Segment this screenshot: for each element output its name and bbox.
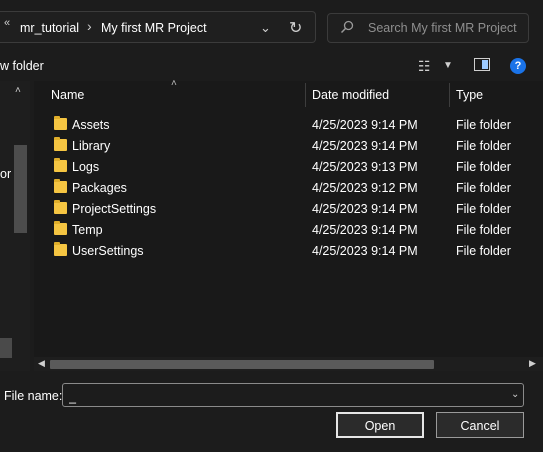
file-type: File folder: [456, 181, 511, 195]
breadcrumb-separator-icon[interactable]: ›: [87, 18, 92, 34]
search-icon: [340, 20, 354, 34]
file-name: ProjectSettings: [72, 202, 157, 216]
list-item[interactable]: Packages 4/25/2023 9:12 PM File folder: [34, 178, 543, 199]
list-item[interactable]: Logs 4/25/2023 9:13 PM File folder: [34, 157, 543, 178]
view-options-icon[interactable]: ☷: [418, 58, 431, 75]
file-date: 4/25/2023 9:14 PM: [312, 244, 418, 258]
file-name-label: File name:: [4, 389, 63, 403]
view-options-dropdown-icon[interactable]: ▼: [443, 60, 453, 71]
file-name: UserSettings: [72, 244, 144, 258]
file-name: Assets: [72, 118, 110, 132]
list-item[interactable]: UserSettings 4/25/2023 9:14 PM File fold…: [34, 241, 543, 262]
column-divider[interactable]: [305, 83, 306, 107]
nav-scrollbar-thumb[interactable]: [14, 145, 27, 233]
address-history-dropdown-icon[interactable]: ⌄: [260, 20, 271, 36]
refresh-icon[interactable]: ↻: [289, 18, 302, 38]
folder-icon: [54, 116, 67, 130]
folder-icon: [54, 179, 67, 193]
folder-icon: [54, 242, 67, 256]
column-header-type[interactable]: Type: [456, 88, 483, 102]
open-button[interactable]: Open: [336, 412, 424, 438]
file-type: File folder: [456, 244, 511, 258]
file-name-dropdown-icon[interactable]: ⌄: [511, 389, 519, 400]
nav-item-selected[interactable]: [0, 338, 12, 358]
folder-icon: [54, 158, 67, 172]
breadcrumb-overflow-icon[interactable]: «: [4, 17, 10, 29]
file-name: Logs: [72, 160, 100, 174]
search-placeholder[interactable]: Search My first MR Project: [368, 21, 517, 35]
scroll-left-icon[interactable]: ◀: [38, 358, 45, 369]
list-item[interactable]: Library 4/25/2023 9:14 PM File folder: [34, 136, 543, 157]
horizontal-scrollbar-thumb[interactable]: [50, 360, 434, 369]
folder-icon: [54, 137, 67, 151]
file-date: 4/25/2023 9:14 PM: [312, 202, 418, 216]
file-name: Packages: [72, 181, 127, 195]
file-type: File folder: [456, 139, 511, 153]
column-divider[interactable]: [449, 83, 450, 107]
list-item[interactable]: Temp 4/25/2023 9:14 PM File folder: [34, 220, 543, 241]
breadcrumb-item-current[interactable]: My first MR Project: [101, 21, 207, 35]
nav-item-partial[interactable]: or: [0, 167, 11, 181]
file-name: Library: [72, 139, 111, 153]
help-icon[interactable]: ?: [510, 58, 526, 74]
file-date: 4/25/2023 9:14 PM: [312, 118, 418, 132]
folder-icon: [54, 221, 67, 235]
file-type: File folder: [456, 202, 511, 216]
scroll-right-icon[interactable]: ▶: [529, 358, 536, 369]
nav-scroll-up-icon[interactable]: ˄: [15, 85, 21, 96]
breadcrumb-item-mr-tutorial[interactable]: mr_tutorial: [20, 21, 79, 35]
sort-ascending-icon: ˄: [171, 78, 177, 89]
list-item[interactable]: ProjectSettings 4/25/2023 9:14 PM File f…: [34, 199, 543, 220]
file-date: 4/25/2023 9:14 PM: [312, 139, 418, 153]
column-header-name[interactable]: Name: [51, 88, 84, 102]
file-type: File folder: [456, 118, 511, 132]
file-date: 4/25/2023 9:14 PM: [312, 223, 418, 237]
preview-pane-icon[interactable]: [474, 58, 490, 71]
file-name: Temp: [72, 223, 103, 237]
file-date: 4/25/2023 9:13 PM: [312, 160, 418, 174]
list-item[interactable]: Assets 4/25/2023 9:14 PM File folder: [34, 115, 543, 136]
new-folder-button[interactable]: w folder: [0, 59, 44, 73]
cancel-button[interactable]: Cancel: [436, 412, 524, 438]
file-name-input[interactable]: [62, 383, 524, 407]
file-date: 4/25/2023 9:12 PM: [312, 181, 418, 195]
folder-icon: [54, 200, 67, 214]
column-header-date-modified[interactable]: Date modified: [312, 88, 389, 102]
file-type: File folder: [456, 160, 511, 174]
file-type: File folder: [456, 223, 511, 237]
